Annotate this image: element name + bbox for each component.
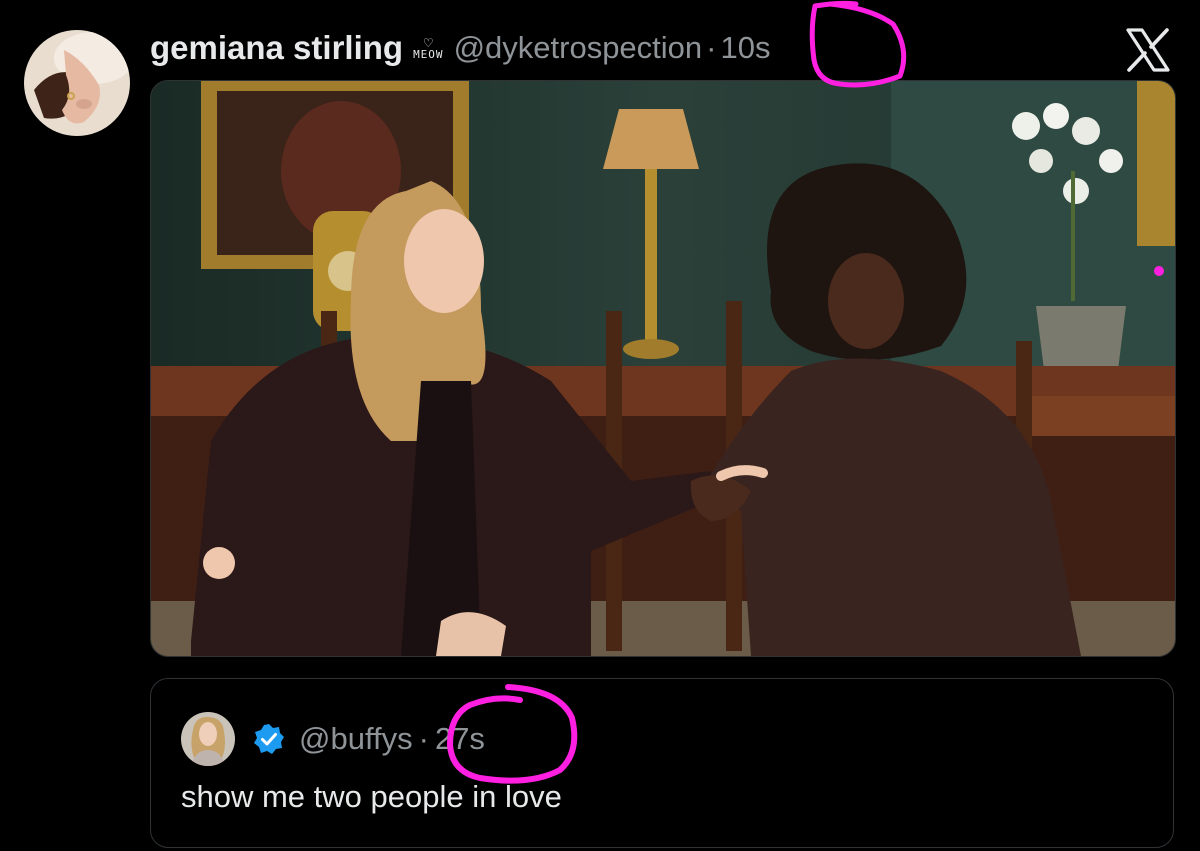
quote-author-handle[interactable]: @buffys — [299, 721, 413, 757]
blonde-woman-avatar-icon — [181, 712, 235, 766]
quote-timestamp[interactable]: 27s — [435, 721, 485, 757]
photo-two-women-holding-hands — [151, 81, 1175, 656]
meow-badge-text: MEOW — [413, 47, 444, 61]
author-avatar[interactable] — [24, 30, 130, 136]
quote-separator-dot: · — [418, 721, 429, 756]
tweet-media-image[interactable] — [150, 80, 1176, 657]
heart-icon: ♡ — [422, 35, 434, 50]
quote-tweet-card[interactable]: @buffys · 27s show me two people in love — [150, 678, 1174, 848]
circle-annotation-timestamp — [809, 0, 907, 88]
author-display-name[interactable]: gemiana stirling — [150, 29, 403, 67]
meow-badge: ♡ MEOW — [413, 37, 444, 60]
hands-avatar-icon — [24, 30, 130, 136]
tweet-timestamp[interactable]: 10s — [720, 30, 770, 66]
quote-tweet-text: show me two people in love — [181, 779, 562, 814]
author-handle[interactable]: @dyketrospection — [454, 30, 703, 66]
verified-badge-icon — [254, 724, 284, 754]
separator-dot: · — [706, 30, 717, 65]
x-logo-icon — [1126, 28, 1170, 72]
tweet-header: gemiana stirling ♡ MEOW @dyketrospection… — [150, 26, 770, 70]
quote-header: @buffys · 27s — [253, 717, 485, 761]
quote-author-avatar[interactable] — [181, 712, 235, 766]
